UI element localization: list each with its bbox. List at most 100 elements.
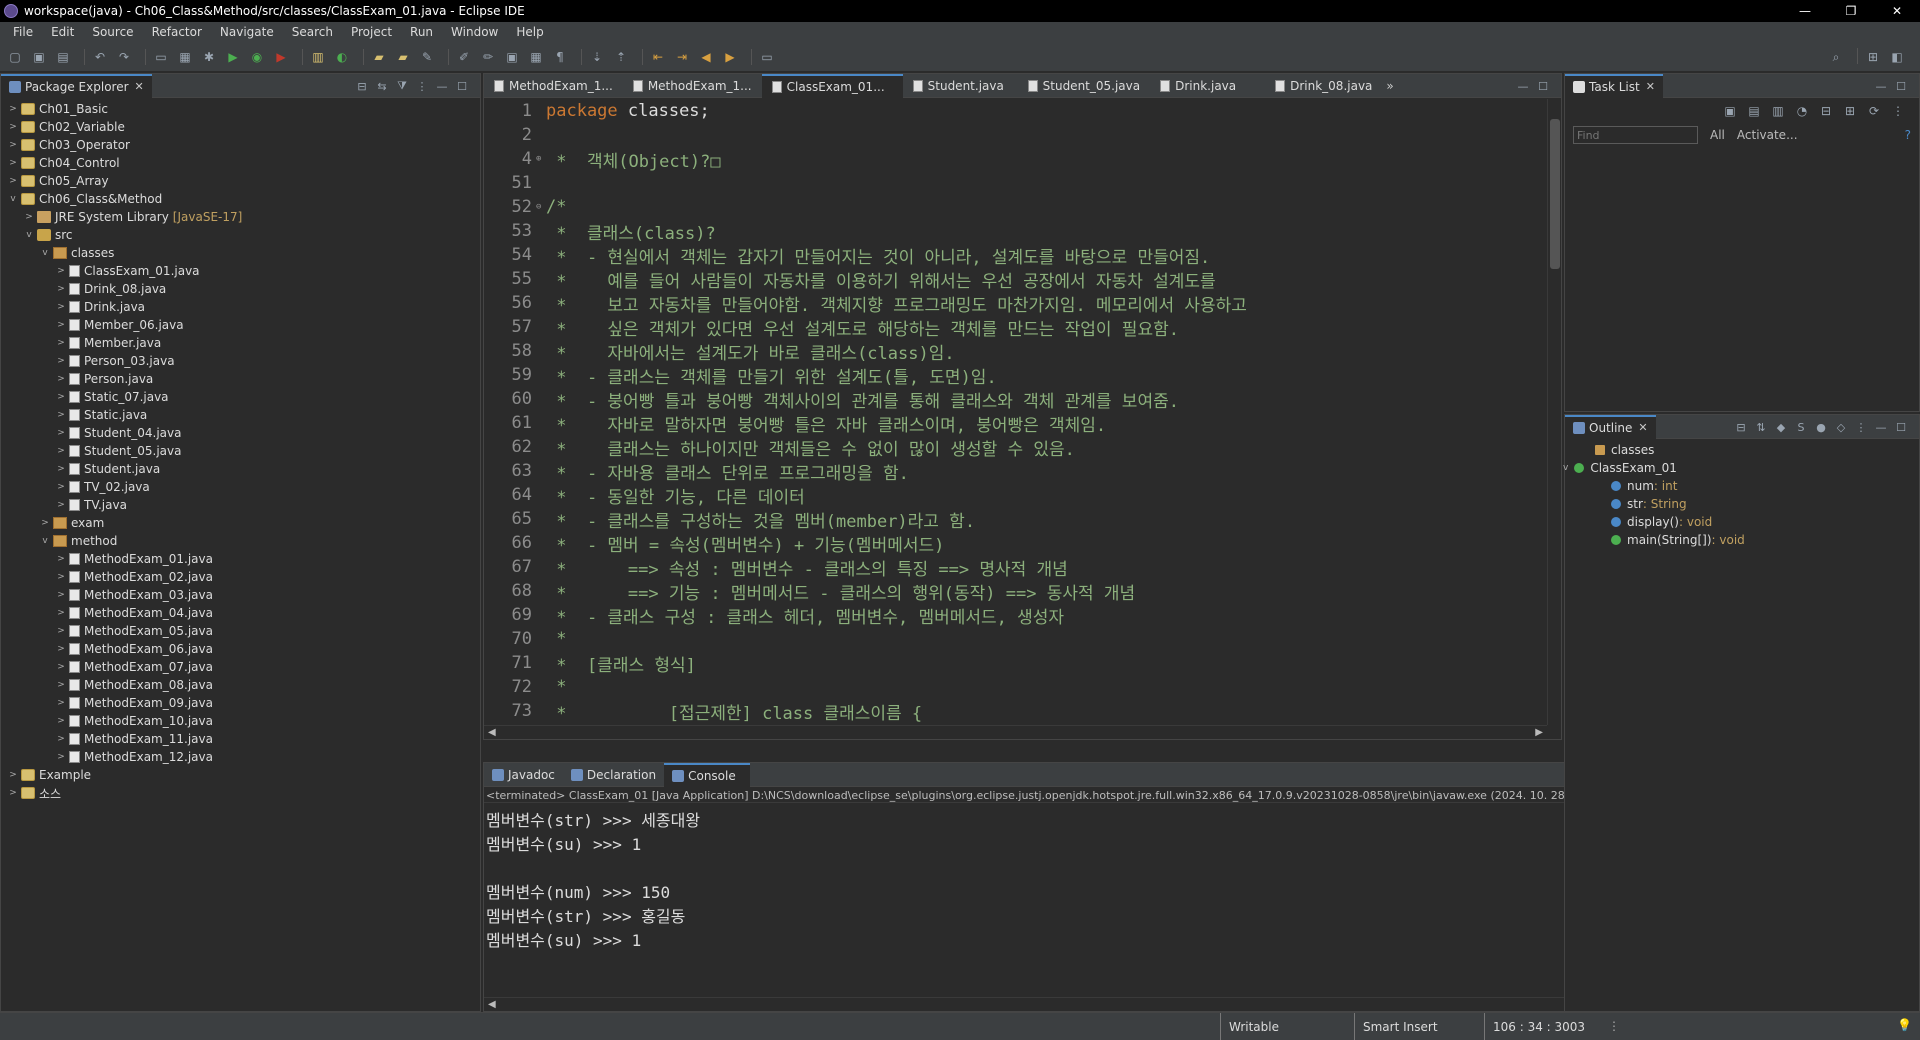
tab-task-list[interactable]: Task List ✕ — [1565, 73, 1663, 98]
close-window-button[interactable]: ✕ — [1874, 0, 1920, 22]
tree-item[interactable]: > Student_04.java — [1, 424, 480, 442]
collapse-chevron-icon[interactable]: > — [55, 626, 67, 636]
collapse-chevron-icon[interactable]: > — [23, 212, 35, 222]
expand-chevron-icon[interactable]: v — [39, 248, 51, 258]
categorized-icon[interactable]: ▤ — [1745, 102, 1763, 120]
menu-navigate[interactable]: Navigate — [211, 25, 283, 39]
hide-static-icon[interactable]: S — [1793, 419, 1809, 435]
scroll-left-icon[interactable]: ◀ — [488, 999, 496, 1010]
editor-tab[interactable]: Student.java — [903, 74, 1018, 98]
close-icon[interactable]: ✕ — [1638, 421, 1647, 434]
collapse-all-icon[interactable]: ⊟ — [354, 78, 370, 94]
task-find-input[interactable] — [1573, 126, 1698, 144]
back-icon[interactable]: ◀ — [697, 48, 715, 66]
tab-overflow-indicator[interactable]: » — [1386, 79, 1393, 93]
highlight-icon[interactable]: ✏ — [479, 48, 497, 66]
forward-icon[interactable]: ▶ — [721, 48, 739, 66]
editor-tab[interactable]: MethodExam_1... — [623, 74, 762, 98]
editor-vertical-scrollbar[interactable] — [1547, 99, 1561, 725]
tree-item[interactable]: > Static.java — [1, 406, 480, 424]
hide-local-types-icon[interactable]: ◇ — [1833, 419, 1849, 435]
new-class-icon[interactable]: ◐ — [333, 48, 351, 66]
tree-item[interactable]: > Drink.java — [1, 298, 480, 316]
fold-toggle-icon[interactable]: ⊕ — [536, 154, 546, 164]
collapse-chevron-icon[interactable]: > — [55, 266, 67, 276]
menu-refactor[interactable]: Refactor — [143, 25, 211, 39]
activate-link[interactable]: Activate... — [1737, 128, 1798, 142]
collapse-chevron-icon[interactable]: > — [55, 572, 67, 582]
last-edit-icon[interactable]: ⇤ — [649, 48, 667, 66]
collapse-chevron-icon[interactable]: > — [55, 500, 67, 510]
tree-item[interactable]: > MethodExam_02.java — [1, 568, 480, 586]
outline-item[interactable]: main(String[]) : void — [1565, 531, 1919, 549]
menu-edit[interactable]: Edit — [42, 25, 83, 39]
tree-item[interactable]: v method — [1, 532, 480, 550]
hide-completed-icon[interactable]: ◔ — [1793, 102, 1811, 120]
collapse-chevron-icon[interactable]: > — [55, 590, 67, 600]
collapse-chevron-icon[interactable]: > — [55, 338, 67, 348]
prev-annotation-icon[interactable]: ⇡ — [612, 48, 630, 66]
expand-chevron-icon[interactable]: v — [23, 230, 35, 240]
help-icon[interactable]: ? — [1905, 128, 1911, 142]
collapse-chevron-icon[interactable]: > — [7, 158, 19, 168]
collapse-chevron-icon[interactable]: > — [55, 284, 67, 294]
open-perspective-icon[interactable]: ⊞ — [1864, 48, 1882, 66]
outline-item[interactable]: classes — [1565, 441, 1919, 459]
build-icon[interactable]: ▦ — [176, 48, 194, 66]
fold-toggle-icon[interactable]: ⊖ — [536, 202, 546, 212]
filter-icon[interactable]: ⧩ — [394, 78, 410, 94]
hide-fields-icon[interactable]: ◆ — [1773, 419, 1789, 435]
outline-item[interactable]: display() : void — [1565, 513, 1919, 531]
external-tools-icon[interactable]: ▶ — [272, 48, 290, 66]
tip-bulb-icon[interactable]: 💡 — [1897, 1018, 1912, 1032]
pin-editor-icon[interactable]: ▭ — [758, 48, 776, 66]
tab-console[interactable]: Console — [664, 762, 750, 787]
search-tool-icon[interactable]: ✎ — [418, 48, 436, 66]
tree-item[interactable]: > Student_05.java — [1, 442, 480, 460]
tree-item[interactable]: > Ch05_Array — [1, 172, 480, 190]
minimize-view-icon[interactable]: — — [1515, 78, 1531, 94]
tab-declaration[interactable]: Declaration — [563, 763, 664, 787]
scroll-right-icon[interactable]: ▶ — [1535, 727, 1543, 738]
menu-help[interactable]: Help — [507, 25, 552, 39]
tree-item[interactable]: > exam — [1, 514, 480, 532]
menu-source[interactable]: Source — [83, 25, 142, 39]
tree-item[interactable]: v Ch06_Class&Method — [1, 190, 480, 208]
tree-item[interactable]: > Member_06.java — [1, 316, 480, 334]
collapse-chevron-icon[interactable]: > — [39, 518, 51, 528]
tree-item[interactable]: > MethodExam_06.java — [1, 640, 480, 658]
search-icon[interactable]: ⌕ — [1827, 48, 1845, 66]
editor-tab[interactable]: MethodExam_1... — [484, 74, 623, 98]
outline-item[interactable]: str : String — [1565, 495, 1919, 513]
tree-item[interactable]: > MethodExam_11.java — [1, 730, 480, 748]
tree-item[interactable]: > MethodExam_04.java — [1, 604, 480, 622]
toggle-mark-icon[interactable]: ✐ — [455, 48, 473, 66]
collapse-chevron-icon[interactable]: > — [7, 788, 19, 798]
collapse-chevron-icon[interactable]: > — [55, 554, 67, 564]
show-whitespace-icon[interactable]: ¶ — [551, 48, 569, 66]
maximize-view-icon[interactable]: ☐ — [1893, 419, 1909, 435]
collapse-chevron-icon[interactable]: > — [55, 302, 67, 312]
tree-item[interactable]: > Drink_08.java — [1, 280, 480, 298]
tree-item[interactable]: > MethodExam_10.java — [1, 712, 480, 730]
tree-item[interactable]: > MethodExam_03.java — [1, 586, 480, 604]
collapse-chevron-icon[interactable]: > — [55, 320, 67, 330]
collapse-chevron-icon[interactable]: > — [55, 464, 67, 474]
outline-item[interactable]: v ClassExam_01 — [1563, 459, 1919, 477]
minimize-view-icon[interactable]: — — [1873, 419, 1889, 435]
collapse-chevron-icon[interactable]: > — [7, 140, 19, 150]
minimize-view-icon[interactable]: — — [1873, 78, 1889, 94]
open-folder-icon[interactable]: ▰ — [394, 48, 412, 66]
tab-package-explorer[interactable]: Package Explorer ✕ — [1, 73, 152, 98]
collapse-chevron-icon[interactable]: > — [55, 374, 67, 384]
code-editor[interactable]: 1 package classes; 2 4 ⊕ * 객체(Object)?□ 51 52 ⊖… — [484, 99, 1547, 725]
terminal-icon[interactable]: ▭ — [152, 48, 170, 66]
toggle-breadcrumb-icon[interactable]: ▣ — [503, 48, 521, 66]
collapse-all-icon[interactable]: ⊟ — [1817, 102, 1835, 120]
coverage-icon[interactable]: ◉ — [248, 48, 266, 66]
collapse-chevron-icon[interactable]: > — [7, 176, 19, 186]
scroll-left-icon[interactable]: ◀ — [488, 727, 496, 738]
editor-tab[interactable]: Student_05.java — [1018, 74, 1150, 98]
editor-tab[interactable]: ClassExam_01... — [761, 73, 903, 98]
tree-item[interactable]: > Ch01_Basic — [1, 100, 480, 118]
